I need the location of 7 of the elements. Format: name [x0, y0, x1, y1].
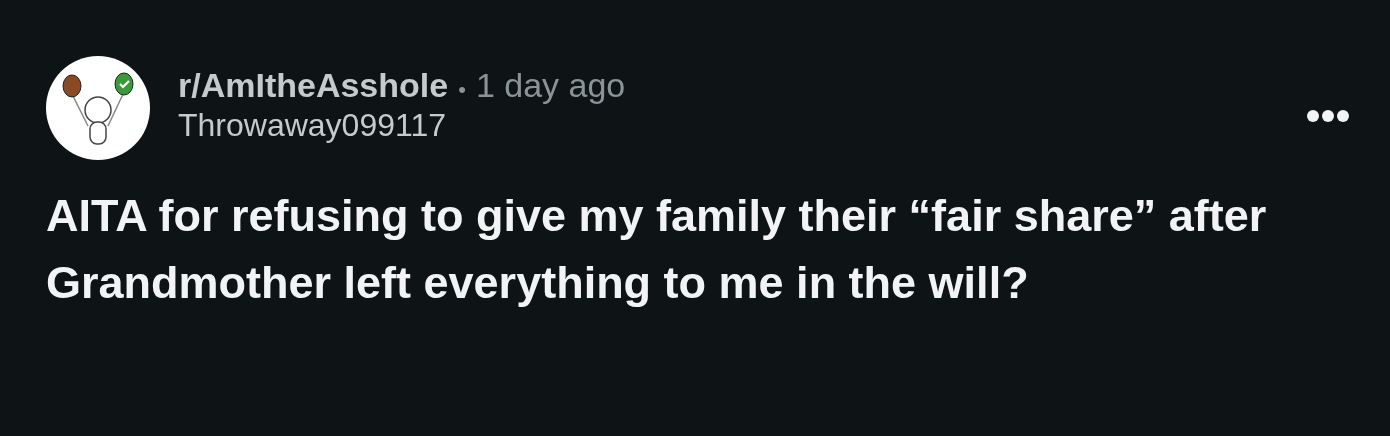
post-title: AITA for refusing to give my family their “fair share” after Grandmother left everything to me in the will? [46, 189, 1268, 310]
post-time: 1 day ago [475, 66, 626, 105]
more-options-icon[interactable] [1306, 109, 1350, 123]
author-name[interactable]: Throwaway099117 [178, 107, 626, 144]
subreddit-link[interactable]: r/AmItheAsshole [178, 66, 449, 105]
avatar-icon [46, 56, 150, 160]
separator-dot: • [458, 77, 466, 103]
